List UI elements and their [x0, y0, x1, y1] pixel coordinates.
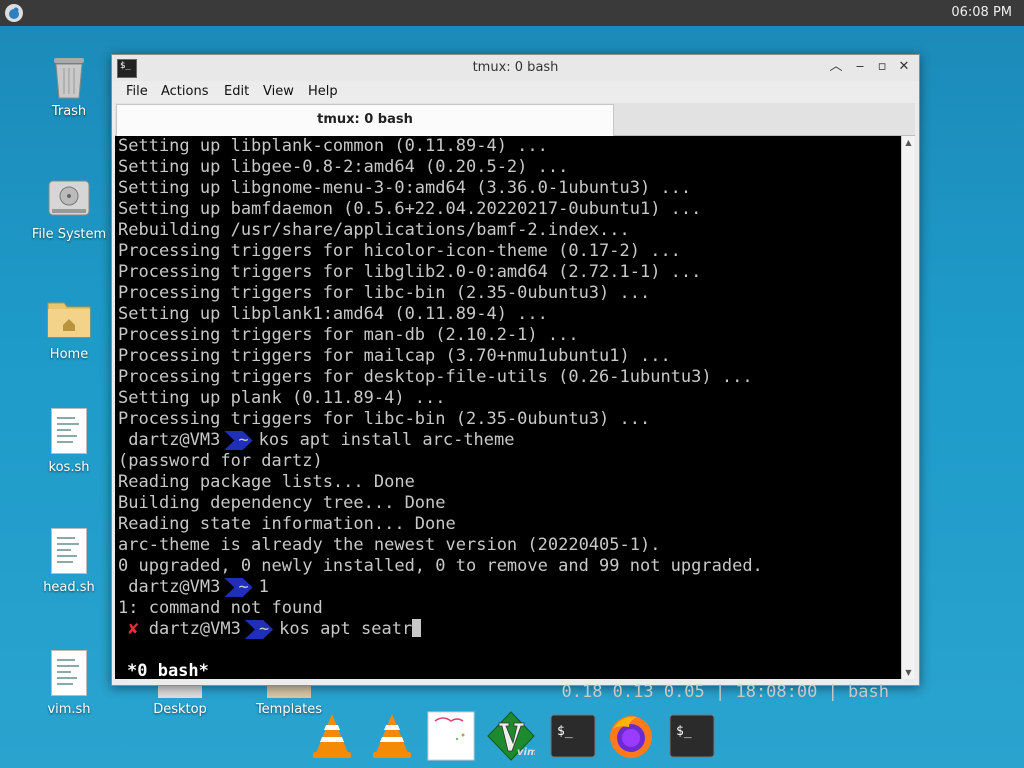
tmux-status-info: 0.18 0.13 0.05 | 18:08:00 | bash [561, 682, 889, 702]
terminal-line: Processing triggers for hicolor-icon-the… [118, 241, 681, 261]
menu-view[interactable]: View [263, 84, 294, 99]
terminal-line: Processing triggers for libc-bin (2.35-0… [118, 283, 651, 303]
terminal-icon: $_ [669, 714, 715, 758]
desktop-icon-label: File System [31, 227, 107, 242]
prompt-user: dartz@VM3 [148, 619, 241, 639]
prompt-user: dartz@VM3 [128, 577, 221, 597]
firefox-icon [610, 716, 652, 758]
folder-icon [266, 684, 312, 698]
terminal-line: Processing triggers for mailcap (3.70+nm… [118, 346, 671, 366]
prompt-user: dartz@VM3 [128, 430, 221, 450]
vim-icon: vim [487, 711, 537, 761]
svg-text:$_: $_ [557, 724, 573, 739]
home-folder-icon [46, 295, 92, 343]
top-panel: 06:08 PM [0, 0, 1024, 26]
error-status-icon: ✘ [128, 619, 139, 639]
app-menu-icon[interactable] [5, 4, 23, 22]
desktop-icon-label: vim.sh [47, 702, 91, 717]
vlc-icon [373, 714, 411, 758]
dock-vim[interactable]: vim [487, 711, 537, 761]
desktop-icon-label: kos.sh [48, 460, 90, 475]
terminal-output[interactable]: Setting up libplank-common (0.11.89-4) .… [115, 136, 901, 702]
dock-vlc-2[interactable] [368, 711, 416, 761]
clock[interactable]: 06:08 PM [951, 5, 1012, 20]
terminal-line: Setting up libgnome-menu-3-0:amd64 (3.36… [118, 178, 692, 198]
maximize-button[interactable]: ▫ [874, 59, 890, 75]
terminal-icon: $_ [550, 714, 596, 758]
scroll-down-icon[interactable]: ▼ [902, 666, 915, 679]
image-viewer-icon [427, 711, 475, 761]
script-file-icon [46, 408, 92, 456]
prompt-line: dartz@VM3 ~ kos apt install arc-theme [118, 430, 515, 451]
script-file-icon [46, 528, 92, 576]
desktop-icon-filesystem[interactable]: File System [24, 175, 114, 242]
terminal-line: Setting up libplank-common (0.11.89-4) .… [118, 136, 548, 156]
menu-help[interactable]: Help [308, 84, 338, 99]
scroll-up-icon[interactable]: ▲ [902, 136, 915, 149]
menu-bar: File Actions Edit View Help [112, 81, 919, 103]
command-text: 1 [258, 577, 269, 597]
terminal-line: Processing triggers for man-db (2.10.2-1… [118, 325, 579, 345]
desktop-icon-home[interactable]: Home [24, 295, 114, 362]
terminal-line: arc-theme is already the newest version … [118, 535, 661, 555]
text-cursor [412, 619, 422, 637]
desktop-icon-trash[interactable]: Trash [24, 52, 114, 119]
dock-terminal-2[interactable]: $_ [668, 711, 716, 761]
tmux-window-label[interactable]: *0 bash* [127, 661, 209, 682]
menu-file[interactable]: File [126, 84, 148, 99]
vlc-icon [313, 714, 351, 758]
terminal-line: 1: command not found [118, 598, 323, 618]
menu-edit[interactable]: Edit [224, 84, 249, 99]
terminal-line: Processing triggers for libc-bin (2.35-0… [118, 409, 651, 429]
terminal-line: 0 upgraded, 0 newly installed, 0 to remo… [118, 556, 763, 576]
script-file-icon [46, 650, 92, 698]
terminal-line: Processing triggers for desktop-file-uti… [118, 367, 753, 387]
terminal-window[interactable]: $_ tmux: 0 bash ︿ ‒ ▫ ✕ File Actions Edi… [111, 54, 920, 702]
minimize-button[interactable]: ‒ [852, 59, 868, 75]
menu-actions[interactable]: Actions [161, 84, 209, 99]
desktop-icon-label: Trash [51, 104, 87, 119]
prompt-dir-segment: ~ [224, 431, 252, 450]
desktop-icon-vim-sh[interactable]: vim.sh [24, 650, 114, 717]
desktop-icon-label: Home [49, 347, 89, 362]
shade-button[interactable]: ︿ [828, 59, 844, 75]
dock-vlc[interactable] [308, 711, 356, 761]
terminal-line: (password for dartz) [118, 451, 323, 471]
desktop-icon-kos-sh[interactable]: kos.sh [24, 408, 114, 475]
drive-icon [46, 175, 92, 223]
prompt-dir-segment: ~ [245, 620, 273, 639]
terminal-line: Reading package lists... Done [118, 472, 415, 492]
terminal-line: Setting up libgee-0.8-2:amd64 (0.20.5-2)… [118, 157, 569, 177]
window-titlebar[interactable]: $_ tmux: 0 bash ︿ ‒ ▫ ✕ [112, 55, 919, 81]
tab-tmux-bash[interactable]: tmux: 0 bash [116, 104, 614, 136]
terminal-line: Rebuilding /usr/share/applications/bamf-… [118, 220, 630, 240]
command-text: kos apt install arc-theme [258, 430, 515, 450]
desktop-icon-label: head.sh [43, 580, 95, 595]
desktop-icon-head-sh[interactable]: head.sh [24, 528, 114, 595]
trash-icon [46, 52, 92, 100]
terminal-line: Reading state information... Done [118, 514, 456, 534]
command-input[interactable]: kos apt seatr [279, 619, 412, 639]
terminal-scrollbar[interactable]: ▲ ▼ [901, 136, 915, 679]
prompt-line: dartz@VM3 ~1 [118, 577, 269, 598]
terminal-line: Setting up libplank1:amd64 (0.11.89-4) .… [118, 304, 548, 324]
tab-bar: tmux: 0 bash [115, 103, 915, 136]
terminal-line: Setting up plank (0.11.89-4) ... [118, 388, 446, 408]
svg-text:vim: vim [517, 747, 535, 758]
terminal-line: Processing triggers for libglib2.0-0:amd… [118, 262, 702, 282]
svg-text:$_: $_ [676, 724, 692, 739]
dock-terminal[interactable]: $_ [549, 711, 597, 761]
terminal-line: Building dependency tree... Done [118, 493, 446, 513]
prompt-dir-segment: ~ [224, 578, 252, 597]
window-title: tmux: 0 bash [472, 60, 559, 75]
dock-firefox[interactable] [607, 711, 655, 761]
close-button[interactable]: ✕ [896, 59, 912, 75]
prompt-line-active: ✘ dartz@VM3 ~ kos apt seatr [118, 619, 422, 640]
tmux-status-bar: *0 bash* 0.18 0.13 0.05 | 18:08:00 | bas… [115, 640, 901, 702]
dock-image-viewer[interactable] [427, 711, 475, 761]
terminal-line: Setting up bamfdaemon (0.5.6+22.04.20220… [118, 199, 702, 219]
